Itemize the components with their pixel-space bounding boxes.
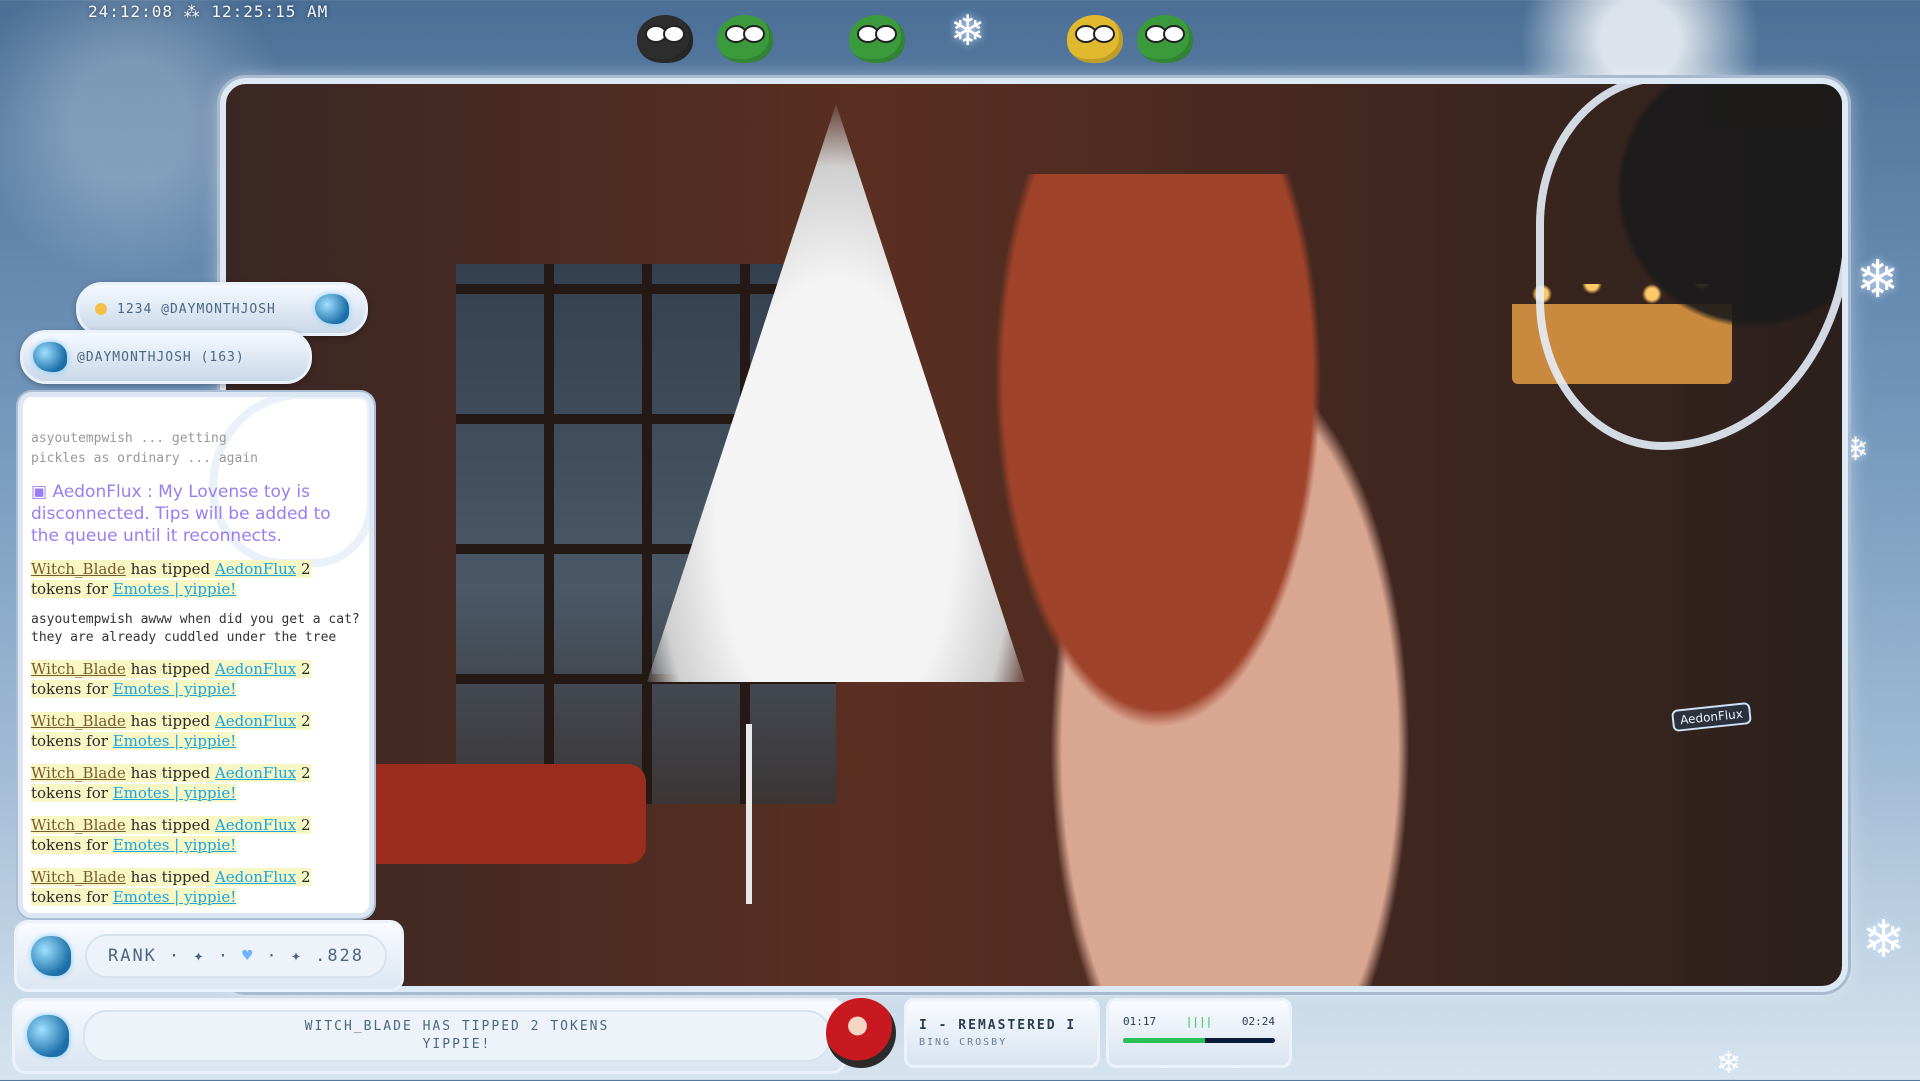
clock: 24:12:08 ⁂ 12:25:15 AM <box>88 2 329 21</box>
equalizer-icon: |||| <box>1185 1015 1213 1028</box>
snowflake-icon: ❄ <box>950 6 986 55</box>
bee-emote <box>1060 6 1130 72</box>
gem-icon <box>33 342 67 372</box>
user-link[interactable]: Witch_Blade <box>31 816 126 834</box>
playback-progress: 01:17 |||| 02:24 <box>1106 998 1292 1068</box>
now-playing: I - REMASTERED I BING CROSBY <box>904 998 1100 1068</box>
tip-message: Witch_Blade has tipped AedonFlux 2 token… <box>31 764 311 802</box>
chat-message: asyoutempwish ... getting pickles as ord… <box>31 431 258 466</box>
progress-bar <box>1123 1038 1275 1043</box>
heart-icon: ♥ <box>242 946 255 966</box>
user-link[interactable]: AedonFlux <box>214 712 297 730</box>
total-time: 02:24 <box>1241 1015 1275 1028</box>
user-link[interactable]: AedonFlux <box>214 764 297 782</box>
elapsed-time: 01:17 <box>1123 1015 1157 1028</box>
tip-item-link[interactable]: Emotes | yippie! <box>112 784 237 802</box>
snowflake-icon: ❄ <box>1862 910 1906 970</box>
chat-message: asyoutempwish awww when did you get a ca… <box>31 612 360 645</box>
tip-message: Witch_Blade has tipped AedonFlux 2 token… <box>31 868 311 906</box>
pepe-cowboy-emote <box>1130 6 1200 72</box>
tip-item-link[interactable]: Emotes | yippie! <box>112 580 237 598</box>
user-link[interactable]: Witch_Blade <box>31 868 126 886</box>
coin-icon <box>95 303 107 315</box>
tip-alert-bar: WITCH_BLADE HAS TIPPED 2 TOKENS YIPPIE! <box>12 998 846 1074</box>
tip-alert-text: WITCH_BLADE HAS TIPPED 2 TOKENS YIPPIE! <box>83 1010 831 1062</box>
user-link[interactable]: Witch_Blade <box>31 560 126 578</box>
user-link[interactable]: AedonFlux <box>214 660 297 678</box>
tip-message: Witch_Blade has tipped AedonFlux 2 token… <box>31 712 311 750</box>
streamer <box>966 174 1446 986</box>
tip-item-link[interactable]: Emotes | yippie! <box>112 680 237 698</box>
chat-system-message: ▣ AedonFlux : My Lovense toy is disconne… <box>31 482 331 546</box>
stream-video[interactable] <box>220 78 1848 992</box>
track-artist: BING CROSBY <box>919 1037 1008 1048</box>
gem-icon <box>31 936 71 976</box>
sparkle-separator: · ✦ · <box>168 946 231 966</box>
snowflake-icon: ❄ <box>1716 1046 1742 1081</box>
user-link[interactable]: AedonFlux <box>214 868 297 886</box>
album-art <box>826 998 896 1068</box>
sparkle-separator: · ✦ <box>266 946 304 966</box>
top-tipper-pill: @DAYMONTHJOSH (163) <box>20 330 312 384</box>
progress-fill <box>1123 1038 1206 1043</box>
top-tipper-text: @DAYMONTHJOSH (163) <box>77 349 245 365</box>
last-tip-pill: 1234 @DAYMONTHJOSH <box>76 282 368 336</box>
tip-message: Witch_Blade has tipped AedonFlux 2 token… <box>31 660 311 698</box>
dj-pepe-emote <box>630 6 700 72</box>
last-tip-text: 1234 @DAYMONTHJOSH <box>117 301 276 317</box>
tip-message: Witch_Blade has tipped AedonFlux 2 token… <box>31 816 311 854</box>
pepe-detective-emote <box>710 6 780 72</box>
user-link[interactable]: Witch_Blade <box>31 764 126 782</box>
snowflake-icon: ❄ <box>1856 250 1900 310</box>
user-link[interactable]: AedonFlux <box>214 816 297 834</box>
rank-display: RANK · ✦ · ♥ · ✦ .828 <box>85 934 387 978</box>
gem-icon <box>27 1015 69 1057</box>
user-link[interactable]: Witch_Blade <box>31 712 126 730</box>
tip-item-link[interactable]: Emotes | yippie! <box>112 732 237 750</box>
tip-item-link[interactable]: Emotes | yippie! <box>112 888 237 906</box>
user-link[interactable]: Witch_Blade <box>31 660 126 678</box>
chat-user-icon: ▣ <box>31 482 48 502</box>
tip-item-link[interactable]: Emotes | yippie! <box>112 836 237 854</box>
rank-value: .828 <box>315 946 365 966</box>
tip-message: Witch_Blade has tipped AedonFlux 2 token… <box>31 560 311 598</box>
tree-stand <box>746 724 892 904</box>
chat-panel[interactable]: asyoutempwish ... getting pickles as ord… <box>18 392 374 918</box>
user-link[interactable]: AedonFlux <box>214 560 297 578</box>
track-title: I - REMASTERED I <box>919 1018 1077 1033</box>
butterfly-frame-decoration <box>1536 84 1842 450</box>
red-cushion <box>346 764 646 864</box>
pepe-nerd-emote <box>842 6 912 72</box>
rank-panel: RANK · ✦ · ♥ · ✦ .828 <box>14 920 404 992</box>
rank-label: RANK <box>107 946 157 966</box>
gem-icon <box>315 294 349 324</box>
chat-messages: asyoutempwish ... getting pickles as ord… <box>31 429 361 907</box>
